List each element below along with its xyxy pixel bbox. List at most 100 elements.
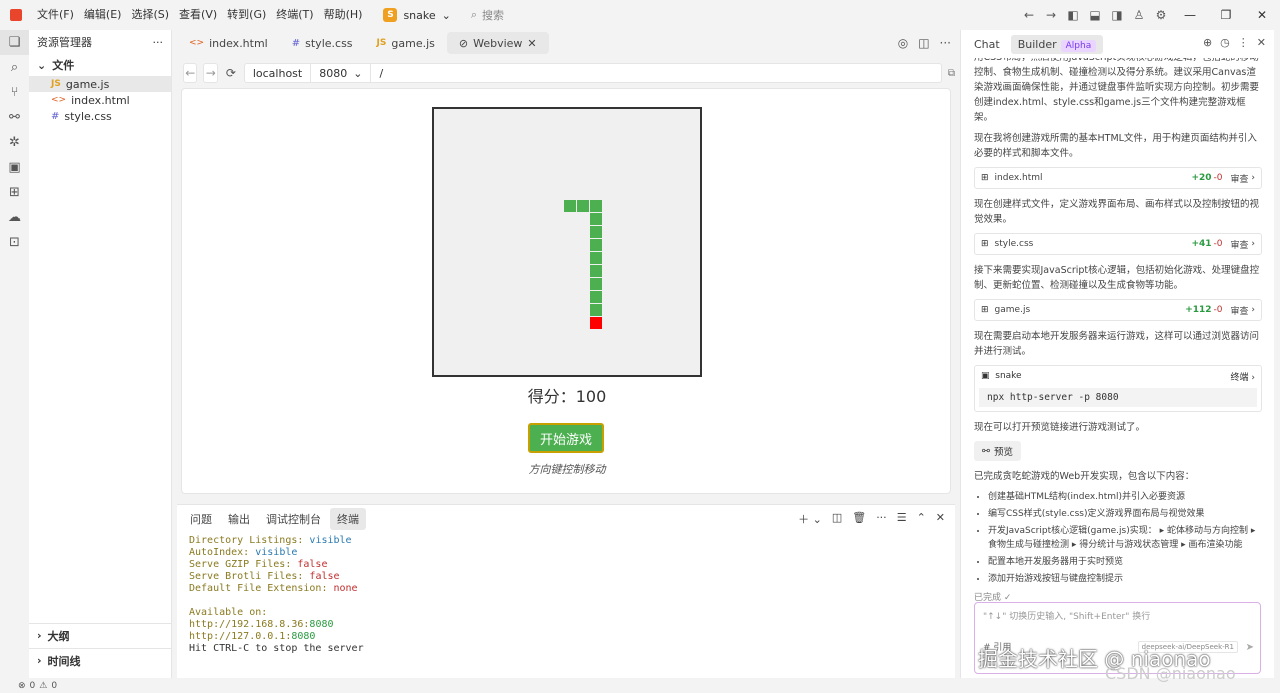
file-change-card[interactable]: ⊞ index.html +20 -0 审查 › — [974, 167, 1262, 189]
menu-file[interactable]: 文件(F) — [32, 0, 79, 30]
files-section-header[interactable]: ⌄ 文件 — [29, 54, 171, 76]
panel-layout-icon[interactable]: ☰ — [897, 511, 907, 527]
chat-bubble-icon[interactable]: ▣ — [0, 155, 29, 180]
terminal-output[interactable]: Directory Listings: visible AutoIndex: vi… — [177, 533, 955, 657]
search-icon[interactable]: ⌕ — [0, 55, 29, 80]
tab-index-html[interactable]: <> index.html — [177, 32, 280, 54]
tab-style-css[interactable]: # style.css — [280, 32, 365, 54]
back-arrow-icon[interactable]: ← — [183, 63, 198, 83]
tab-debug-console[interactable]: 调试控制台 — [259, 508, 328, 530]
close-icon[interactable]: ✕ — [936, 511, 945, 527]
file-item-game-js[interactable]: JS game.js — [29, 76, 171, 92]
menu-edit[interactable]: 编辑(E) — [79, 0, 127, 30]
url-input[interactable]: localhost 8080 ⌄ / — [243, 63, 942, 83]
minimize-icon[interactable]: — — [1172, 0, 1208, 30]
snake-segment — [590, 252, 602, 264]
tab-game-js[interactable]: JS game.js — [365, 32, 447, 54]
remote-explorer-icon[interactable]: ⊡ — [0, 230, 29, 255]
chat-input-placeholder: "↑↓" 切换历史输入, "Shift+Enter" 换行 — [983, 612, 1151, 622]
file-name: index.html — [71, 93, 130, 107]
back-arrow-icon[interactable]: ← — [1018, 4, 1040, 26]
close-icon[interactable]: ✕ — [1257, 36, 1266, 49]
chevron-right-icon: › — [1248, 239, 1255, 249]
menu-help[interactable]: 帮助(H) — [319, 0, 368, 30]
docker-icon[interactable]: ☁ — [0, 205, 29, 230]
forward-arrow-icon[interactable]: → — [203, 63, 218, 83]
menu-terminal[interactable]: 终端(T) — [271, 0, 318, 30]
remote-link-icon[interactable]: ⚯ — [0, 105, 29, 130]
status-bar: ⊗ 0 ⚠ 0 — [0, 678, 1280, 693]
extensions-icon[interactable]: ⊞ — [0, 180, 29, 205]
tab-builder[interactable]: Builder Alpha — [1010, 34, 1104, 54]
new-chat-icon[interactable]: ⊕ — [1203, 36, 1212, 49]
webview-url-bar: ← → ⟳ localhost 8080 ⌄ / ⧉ — [177, 60, 955, 86]
compass-icon[interactable]: ◎ — [898, 36, 908, 50]
open-terminal-label: 终端 — [1230, 372, 1249, 383]
terminal-line: Directory Listings: visible — [189, 535, 352, 546]
project-switcher[interactable]: S snake ⌄ — [383, 8, 451, 22]
preview-button[interactable]: ⚯ 预览 — [974, 441, 1021, 461]
tab-chat[interactable]: Chat — [967, 35, 1007, 54]
close-icon[interactable]: ✕ — [527, 37, 536, 50]
settings-gear-icon[interactable]: ⚙ — [1150, 4, 1172, 26]
restore-icon[interactable]: ❐ — [1208, 0, 1244, 30]
outline-section[interactable]: › 大纲 — [29, 623, 172, 647]
open-external-icon[interactable]: ⧉ — [948, 68, 955, 79]
more-icon[interactable]: ⋮ — [1238, 36, 1249, 49]
reload-icon[interactable]: ⟳ — [224, 63, 238, 83]
tab-output[interactable]: 输出 — [221, 508, 257, 530]
account-icon[interactable]: ♙ — [1128, 4, 1150, 26]
close-icon[interactable]: ✕ — [1244, 0, 1280, 30]
more-icon[interactable]: ··· — [876, 511, 887, 527]
send-icon[interactable]: ➤ — [1246, 642, 1254, 653]
toggle-sidebar-icon[interactable]: ◧ — [1062, 4, 1084, 26]
list-item: 添加开始游戏按钮与键盘控制提示 — [988, 572, 1262, 586]
review-button[interactable]: 审查 — [1231, 304, 1249, 317]
toggle-secondary-icon[interactable]: ◨ — [1106, 4, 1128, 26]
tab-terminal[interactable]: 终端 — [330, 508, 366, 530]
split-editor-icon[interactable]: ◫ — [918, 36, 929, 50]
more-icon[interactable]: ··· — [940, 36, 951, 50]
menu-view[interactable]: 查看(V) — [174, 0, 222, 30]
webview-link-icon: ⊘ — [458, 36, 469, 50]
debug-icon[interactable]: ✲ — [0, 130, 29, 155]
review-button[interactable]: 审查 — [1231, 172, 1249, 185]
file-change-card[interactable]: ⊞ style.css +41 -0 审查 › — [974, 233, 1262, 255]
open-terminal-button[interactable]: 终端 › — [1231, 370, 1255, 383]
search-box[interactable]: ⌕ 搜索 — [471, 7, 504, 23]
file-item-index-html[interactable]: <> index.html — [29, 92, 171, 108]
history-icon[interactable]: ◷ — [1220, 36, 1230, 49]
toggle-panel-icon[interactable]: ⬓ — [1084, 4, 1106, 26]
url-path: / — [379, 66, 384, 80]
tab-webview[interactable]: ⊘ Webview ✕ — [446, 32, 549, 54]
terminal-icon: ▣ — [981, 371, 990, 381]
url-port-select[interactable]: 8080 ⌄ — [311, 64, 372, 82]
chevron-right-icon: › — [37, 629, 42, 642]
bottom-panel: 问题 输出 调试控制台 终端 ＋ ⌄ ◫ 🗑 ··· ☰ ⌃ ✕ Directo… — [177, 504, 955, 678]
menu-select[interactable]: 选择(S) — [126, 0, 174, 30]
explorer-icon[interactable]: ❏ — [0, 30, 29, 55]
forward-arrow-icon[interactable]: → — [1040, 4, 1062, 26]
file-item-style-css[interactable]: # style.css — [29, 108, 171, 124]
new-terminal-icon[interactable]: ＋ ⌄ — [798, 511, 822, 527]
menu-goto[interactable]: 转到(G) — [222, 0, 271, 30]
timeline-section[interactable]: › 时间线 — [29, 648, 172, 672]
terminal-line: AutoIndex: visible — [189, 547, 298, 558]
search-icon: ⌕ — [470, 8, 478, 21]
tab-problems[interactable]: 问题 — [183, 508, 219, 530]
split-terminal-icon[interactable]: ◫ — [832, 511, 842, 527]
error-icon[interactable]: ⊗ — [18, 681, 26, 691]
trash-icon[interactable]: 🗑 — [852, 511, 866, 527]
start-game-button[interactable]: 开始游戏 — [528, 423, 604, 453]
game-canvas[interactable] — [432, 107, 702, 377]
list-item: 编写CSS样式(style.css)定义游戏界面布局与视觉效果 — [988, 507, 1262, 521]
review-button[interactable]: 审查 — [1231, 238, 1249, 251]
html-file-icon: <> — [189, 38, 205, 48]
more-icon[interactable]: ··· — [153, 36, 164, 49]
file-plus-icon: ⊞ — [981, 305, 989, 315]
chevron-up-icon[interactable]: ⌃ — [917, 511, 926, 527]
file-change-card[interactable]: ⊞ game.js +112 -0 审查 › — [974, 299, 1262, 321]
warning-icon[interactable]: ⚠ — [39, 681, 47, 691]
source-control-icon[interactable]: ⑂ — [0, 80, 29, 105]
